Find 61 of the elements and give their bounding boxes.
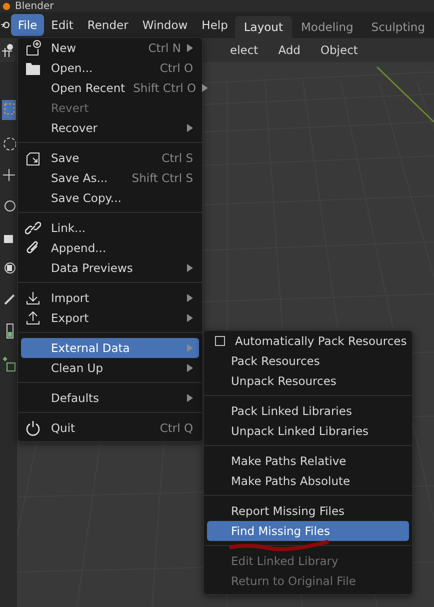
menu-item[interactable]: Save Ctrl S	[21, 148, 199, 168]
add-cube-icon[interactable]	[2, 356, 16, 372]
menu-item[interactable]: Data Previews	[21, 258, 199, 278]
editor-type-icon[interactable]	[0, 42, 16, 58]
import-icon	[25, 290, 41, 306]
menu-bar-item[interactable]: Help	[194, 14, 235, 36]
menu-item[interactable]: Defaults	[21, 388, 199, 408]
menu-bar-item[interactable]: File	[10, 14, 44, 36]
menu-item[interactable]: Find Missing Files	[207, 521, 409, 541]
checkbox[interactable]	[215, 336, 225, 346]
paperclip-icon	[25, 240, 41, 256]
menu-item[interactable]: Unpack Linked Libraries	[207, 421, 409, 441]
shortcut-label: Ctrl S	[162, 151, 193, 165]
save-icon	[25, 150, 41, 166]
menu-item[interactable]: Save As... Shift Ctrl S	[21, 168, 199, 188]
power-icon	[25, 420, 41, 436]
export-icon	[25, 310, 41, 326]
menu-item[interactable]: Open Recent Shift Ctrl O	[21, 78, 199, 98]
link-icon	[25, 220, 41, 236]
folder-icon	[25, 60, 41, 76]
menu-item[interactable]: Unpack Resources	[207, 371, 409, 391]
shortcut-label: Shift Ctrl S	[132, 171, 193, 185]
menu-item[interactable]: Append...	[21, 238, 199, 258]
menu-bar-item[interactable]: Window	[135, 14, 195, 36]
menu-item[interactable]: Import	[21, 288, 199, 308]
pencil-icon[interactable]	[2, 292, 16, 306]
header-menu-item[interactable]: elect	[230, 43, 258, 57]
menu-item[interactable]: Export	[21, 308, 199, 328]
menu-item[interactable]: Recover	[21, 118, 199, 138]
menu-item[interactable]: External Data	[21, 338, 199, 358]
menu-bar-item[interactable]: Edit	[44, 14, 80, 36]
window-title: Blender	[15, 0, 54, 12]
menu-item[interactable]: Report Missing Files	[207, 501, 409, 521]
menu-item[interactable]: Pack Resources	[207, 351, 409, 371]
workspace-tab[interactable]: Modeling	[292, 16, 362, 38]
header-menu-item[interactable]: Add	[278, 43, 300, 57]
new-file-icon	[25, 40, 41, 56]
shortcut-label: Shift Ctrl O	[133, 81, 196, 95]
transform-icon[interactable]	[2, 261, 16, 275]
select-box-icon[interactable]	[2, 100, 16, 120]
rotate-icon[interactable]	[2, 199, 16, 213]
menu-bar-item[interactable]: Render	[80, 14, 136, 36]
workspace-tab[interactable]: Sculpting	[362, 16, 434, 38]
menu-item[interactable]: New Ctrl N	[21, 38, 199, 58]
cursor-icon[interactable]	[2, 137, 16, 151]
menu-item[interactable]: Pack Linked Libraries	[207, 401, 409, 421]
menu-item[interactable]: Clean Up	[21, 358, 199, 378]
workspace-tab[interactable]: Layout	[234, 16, 292, 38]
menu-item[interactable]: Save Copy...	[21, 188, 199, 208]
menu-item[interactable]: Make Paths Absolute	[207, 471, 409, 491]
move-icon[interactable]	[2, 168, 16, 182]
menu-item[interactable]: Automatically Pack Resources	[207, 331, 409, 351]
header-menu-item[interactable]: Object	[320, 43, 358, 57]
app-logo-icon	[2, 2, 11, 10]
menu-item[interactable]: Open... Ctrl O	[21, 58, 199, 78]
shortcut-label: Ctrl O	[160, 61, 193, 75]
menu-item[interactable]: Make Paths Relative	[207, 451, 409, 471]
shortcut-label: Ctrl Q	[160, 421, 193, 435]
menu-item[interactable]: Link...	[21, 218, 199, 238]
shortcut-label: Ctrl N	[148, 41, 181, 55]
menu-item[interactable]: Quit Ctrl Q	[21, 418, 199, 438]
